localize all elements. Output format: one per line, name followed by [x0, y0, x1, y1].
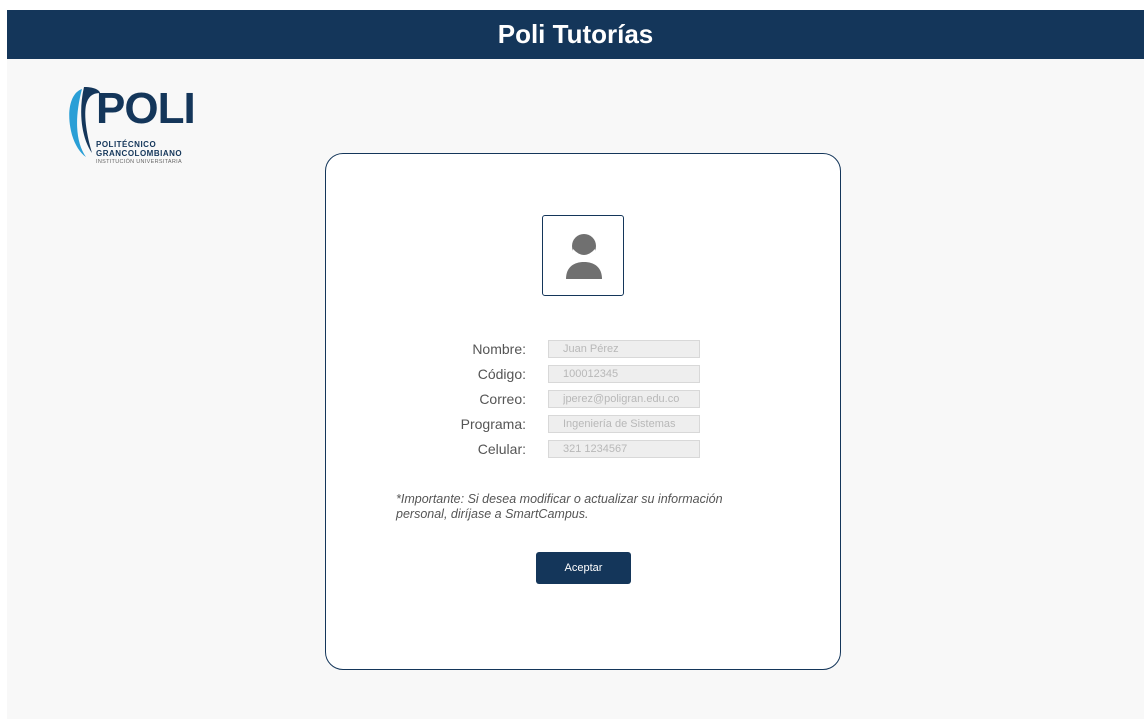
page: Poli Tutorías POLI POLITÉCNICO GRANCOLOM…: [7, 10, 1144, 719]
codigo-field[interactable]: [548, 365, 700, 383]
top-bar: Poli Tutorías: [7, 10, 1144, 59]
field-row-correo: Correo:: [326, 390, 842, 408]
correo-label: Correo:: [479, 391, 526, 407]
logo-line-3: INSTITUCIÓN UNIVERSITARIA: [96, 159, 182, 165]
programa-label: Programa:: [460, 416, 526, 432]
codigo-label: Código:: [477, 366, 526, 382]
logo-line-1: POLITÉCNICO: [96, 140, 157, 149]
programa-field[interactable]: [548, 415, 700, 433]
nombre-field[interactable]: [548, 340, 700, 358]
correo-field[interactable]: [548, 390, 700, 408]
logo-wordmark: POLI: [96, 84, 196, 133]
field-row-codigo: Código:: [326, 365, 842, 383]
user-icon: [566, 234, 602, 279]
profile-card: Nombre: Código: Correo: Programa: Celula…: [325, 153, 841, 670]
important-note: *Importante: Si desea modificar o actual…: [396, 492, 723, 521]
celular-field[interactable]: [548, 440, 700, 458]
avatar: [542, 215, 624, 296]
logo-line-2: GRANCOLOMBIANO: [96, 149, 183, 158]
field-row-celular: Celular:: [326, 440, 842, 458]
nombre-label: Nombre:: [472, 341, 526, 357]
accept-button[interactable]: Aceptar: [536, 552, 631, 584]
field-row-programa: Programa:: [326, 415, 842, 433]
field-row-nombre: Nombre:: [326, 340, 842, 358]
poli-logo: POLI POLITÉCNICO GRANCOLOMBIANO INSTITUC…: [62, 83, 222, 173]
celular-label: Celular:: [477, 441, 526, 457]
app-title: Poli Tutorías: [497, 19, 654, 49]
